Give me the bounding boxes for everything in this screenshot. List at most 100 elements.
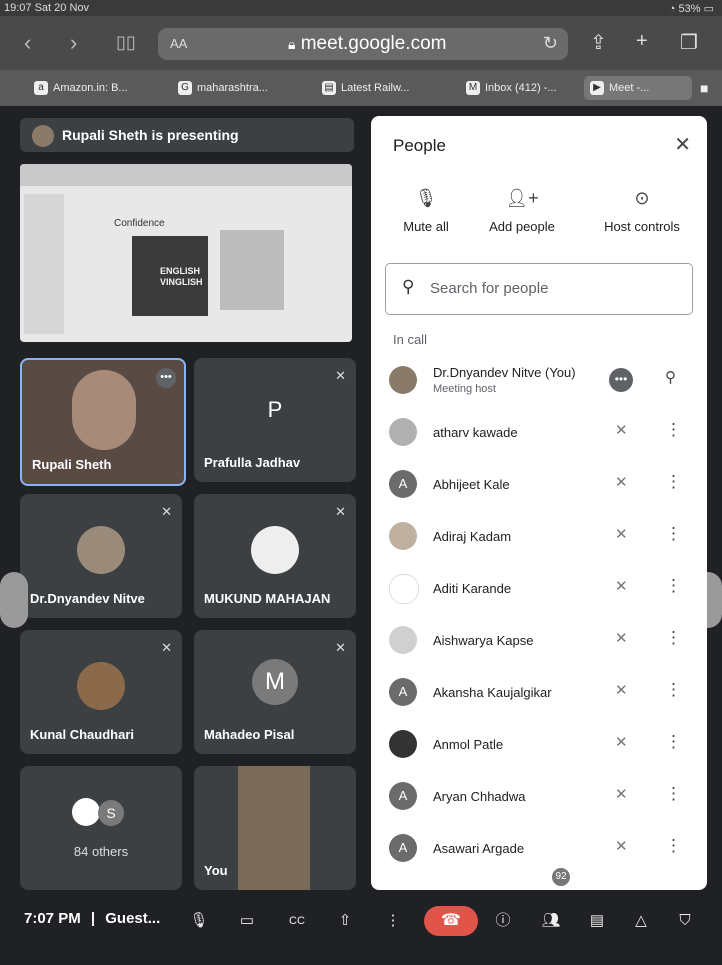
more-vert-icon[interactable]: ⋮ (665, 576, 682, 596)
participant-row[interactable]: A Akansha Kaujalgikar ✕ ⋮ (371, 668, 707, 720)
participant-row[interactable]: Adiraj Kadam ✕ ⋮ (371, 512, 707, 564)
others-count: 84 others (73, 844, 129, 859)
battery-text: 53% (678, 3, 701, 15)
participant-row[interactable]: A Abhijeet Kale ✕ ⋮ (371, 460, 707, 512)
status-bar: 19:07 Sat 20 Nov ◔ 53% ▭ (0, 0, 722, 16)
tile-dnyandev[interactable]: ✕ Dr.Dnyandev Nitve (20, 494, 182, 618)
avatar (389, 626, 417, 654)
amazon-icon: a (34, 81, 48, 96)
tab-amazon[interactable]: a Amazon.in: B... (34, 76, 154, 100)
bookmarks-icon[interactable]: ▯▯ (116, 32, 136, 53)
participant-row[interactable]: atharv kawade ✕ ⋮ (371, 408, 707, 460)
share-icon[interactable]: ⇪ (590, 30, 607, 55)
status-right: ◔ 53% ▭ (669, 2, 714, 15)
tile-prafulla[interactable]: ✕ P Prafulla Jadhav (194, 358, 356, 482)
status-time: 19:07 Sat 20 Nov (4, 2, 90, 14)
participant-row[interactable]: A Asawari Argade ✕ ⋮ (371, 824, 707, 876)
participant-name: Aishwarya Kapse (433, 633, 534, 648)
avatar (389, 366, 417, 394)
tab-inbox[interactable]: M Inbox (412) -... (466, 76, 572, 100)
tab-railway[interactable]: ▤ Latest Railw... (322, 76, 432, 100)
tile-mukund[interactable]: ✕ MUKUND MAHAJAN (194, 494, 356, 618)
new-tab-icon[interactable]: + (636, 30, 648, 53)
mic-off-icon: ✕ (615, 630, 628, 647)
add-people-button[interactable]: 👤︎+ Add people (467, 188, 577, 234)
in-call-label: In call (393, 332, 427, 347)
participant-row[interactable]: Aishwarya Kapse ✕ ⋮ (371, 616, 707, 668)
tile-others[interactable]: S 84 others (20, 766, 182, 890)
tile-letter: M (252, 659, 298, 706)
info-icon[interactable]: ⓘ (488, 906, 518, 936)
left-scroll-handle[interactable] (0, 572, 28, 628)
avatar: A (389, 678, 417, 706)
url-text[interactable]: 🔒︎ meet.google.com (288, 33, 446, 55)
back-icon[interactable]: ‹ (24, 30, 31, 56)
tabs-overview-icon[interactable]: ❐ (680, 30, 698, 55)
slide-image-poster (220, 230, 284, 310)
more-vert-icon[interactable]: ⋮ (665, 732, 682, 752)
tile-name: Dr.Dnyandev Nitve (30, 591, 145, 606)
mic-off-icon: ✕ (615, 526, 628, 543)
more-vert-icon[interactable]: ⋮ (665, 472, 682, 492)
tile-rupali[interactable]: ••• Rupali Sheth (20, 358, 186, 486)
avatar (77, 661, 125, 710)
participant-name: atharv kawade (433, 425, 518, 440)
address-bar[interactable]: AA 🔒︎ meet.google.com ↻ (158, 28, 568, 60)
tile-name: Mahadeo Pisal (204, 727, 295, 742)
avatar (389, 730, 417, 758)
participant-row[interactable]: Dr.Dnyandev Nitve (You) Meeting host •••… (371, 356, 707, 408)
url-value: meet.google.com (300, 33, 447, 54)
activities-icon[interactable]: △ (626, 906, 656, 936)
participant-row[interactable]: Aditi Karande ✕ ⋮ (371, 564, 707, 616)
more-vert-icon[interactable]: ⋮ (665, 680, 682, 700)
captions-icon[interactable]: CC (282, 906, 312, 936)
wifi-icon: ◔ (668, 3, 676, 15)
participant-name: Asawari Argade (433, 841, 525, 856)
tab-meet[interactable]: ▶ Meet -... (584, 76, 692, 100)
tab-maharashtra[interactable]: Gmaharashtra... (178, 76, 288, 100)
google-icon: G (178, 81, 192, 96)
mic-off-icon: ✕ (615, 734, 628, 751)
more-vert-icon[interactable]: ⋮ (378, 906, 408, 936)
mic-off-icon: ✕ (615, 578, 628, 595)
presentation-screen[interactable]: Confidence ENGLISH VINGLISH (20, 164, 352, 342)
close-icon[interactable]: ✕ (674, 132, 691, 157)
meeting-info: 7:07 PM | Guest... (24, 910, 160, 927)
reload-icon[interactable]: ↻ (543, 33, 558, 54)
more-options-icon[interactable]: ••• (156, 368, 176, 388)
mute-all-label: Mute all (403, 219, 449, 234)
people-icon[interactable]: 👥︎ (536, 906, 566, 936)
presenting-banner[interactable]: Rupali Sheth is presenting (20, 118, 354, 152)
shield-icon[interactable]: ⛉ (670, 906, 700, 936)
mic-off-icon: ✕ (615, 786, 628, 803)
mic-off-icon: ✕ (161, 640, 172, 655)
pin-icon[interactable]: ⚲ (665, 368, 676, 386)
more-vert-icon[interactable]: ⋮ (665, 524, 682, 544)
forward-icon[interactable]: › (70, 30, 77, 56)
more-vert-icon[interactable]: ⋮ (665, 784, 682, 804)
more-vert-icon[interactable]: ⋮ (665, 628, 682, 648)
participant-row[interactable]: A Aryan Chhadwa ✕ ⋮ (371, 772, 707, 824)
tile-letter: P (267, 397, 283, 423)
mute-all-button[interactable]: 🎙︎ Mute all (371, 188, 481, 234)
tile-mahadeo[interactable]: ✕ M Mahadeo Pisal (194, 630, 356, 754)
avatar (389, 522, 417, 550)
participant-row[interactable]: Anmol Patle ✕ ⋮ (371, 720, 707, 772)
leave-call-button[interactable]: ☎︎ (424, 906, 478, 936)
tile-kunal[interactable]: ✕ Kunal Chaudhari (20, 630, 182, 754)
more-vert-icon[interactable]: ⋮ (665, 420, 682, 440)
host-controls-button[interactable]: ⊙ Host controls (587, 188, 697, 234)
meeting-controls-bar: 7:07 PM | Guest... 🎙︎ ▭ CC ⇧ ⋮ ⓘ 👥︎ ▤ △ … (0, 890, 722, 965)
more-options-icon[interactable]: ••• (609, 368, 633, 392)
chat-icon[interactable]: ▤ (582, 906, 612, 936)
mic-icon[interactable]: 🎙︎ (184, 906, 214, 936)
tile-you[interactable]: You (194, 766, 356, 890)
present-icon[interactable]: ⇧ (330, 906, 360, 936)
add-people-label: Add people (489, 219, 555, 234)
separator: | (90, 910, 96, 927)
avatar (32, 125, 54, 148)
camera-icon[interactable]: ▭ (232, 906, 262, 936)
more-vert-icon[interactable]: ⋮ (665, 836, 682, 856)
search-people-input[interactable]: ⚲ Search for people (385, 263, 693, 315)
reader-aa-button[interactable]: AA (170, 36, 187, 51)
